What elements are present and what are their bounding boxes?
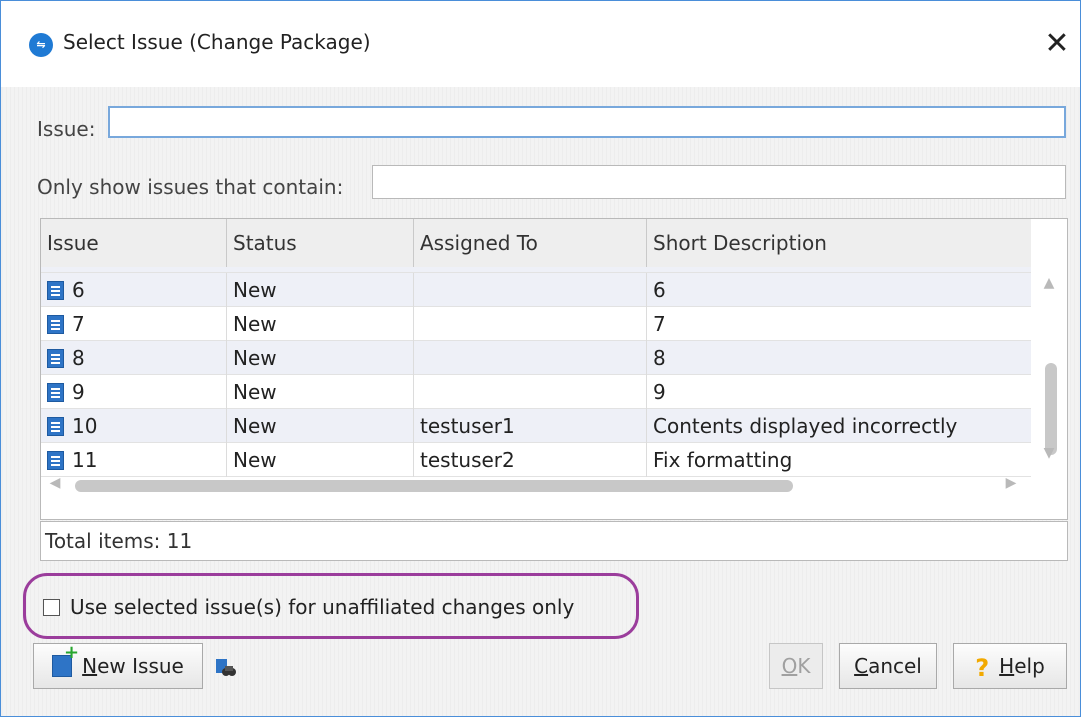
description-cell: 8 bbox=[653, 346, 666, 370]
assigned-cell bbox=[414, 375, 647, 409]
issue-icon bbox=[47, 348, 64, 368]
description-cell: 6 bbox=[653, 278, 666, 302]
table-row[interactable]: 7 New 7 bbox=[41, 307, 1031, 341]
table-row[interactable]: 6 New 6 bbox=[41, 273, 1031, 307]
issue-icon bbox=[47, 314, 64, 334]
column-header-short-description[interactable]: Short Description bbox=[647, 219, 1031, 267]
issue-icon bbox=[47, 416, 64, 436]
column-header-status[interactable]: Status bbox=[227, 219, 414, 267]
status-cell: New bbox=[227, 307, 414, 341]
total-items-status: Total items: 11 bbox=[40, 521, 1068, 561]
new-issue-icon bbox=[52, 644, 79, 677]
issues-table: Issue Status Assigned To Short Descripti… bbox=[40, 218, 1068, 520]
issue-icon bbox=[47, 450, 64, 470]
assigned-cell bbox=[414, 307, 647, 341]
assigned-cell bbox=[414, 273, 647, 307]
app-logo-icon: ⇋ bbox=[29, 33, 53, 57]
close-icon: ✕ bbox=[1044, 26, 1070, 61]
status-cell: New bbox=[227, 273, 414, 307]
description-cell: 7 bbox=[653, 312, 666, 336]
dialog-body: Issue: Only show issues that contain: Is… bbox=[3, 87, 1078, 716]
issue-id: 10 bbox=[72, 414, 98, 438]
assigned-cell: testuser1 bbox=[414, 409, 647, 443]
status-cell: New bbox=[227, 375, 414, 409]
dialog-window: ⇋ Select Issue (Change Package) ✕ Issue:… bbox=[0, 0, 1081, 717]
issue-icon bbox=[47, 280, 64, 300]
status-cell: New bbox=[227, 409, 414, 443]
scroll-right-icon[interactable]: ▶ bbox=[1001, 475, 1021, 491]
issue-id: 7 bbox=[72, 312, 85, 336]
help-icon: ? bbox=[975, 653, 990, 682]
assigned-cell bbox=[414, 341, 647, 375]
table-row[interactable]: 8 New 8 bbox=[41, 341, 1031, 375]
close-button[interactable]: ✕ bbox=[1034, 19, 1080, 69]
find-issue-icon[interactable] bbox=[215, 657, 237, 679]
table-row[interactable]: 9 New 9 bbox=[41, 375, 1031, 409]
issue-id: 8 bbox=[72, 346, 85, 370]
ok-button[interactable]: OK bbox=[769, 643, 823, 689]
scroll-left-icon[interactable]: ◀ bbox=[45, 475, 65, 491]
column-header-assigned-to[interactable]: Assigned To bbox=[414, 219, 647, 267]
filter-input[interactable] bbox=[372, 165, 1066, 199]
checkbox-label: Use selected issue(s) for unaffiliated c… bbox=[70, 595, 575, 619]
description-cell: Contents displayed incorrectly bbox=[653, 414, 958, 438]
scroll-up-icon[interactable]: ▲ bbox=[1031, 275, 1067, 291]
horizontal-scrollbar[interactable]: ◀ ▶ bbox=[41, 469, 1031, 499]
table-row[interactable]: 10 New testuser1 Contents displayed inco… bbox=[41, 409, 1031, 443]
filter-label: Only show issues that contain: bbox=[37, 175, 344, 199]
cancel-button[interactable]: Cancel bbox=[839, 643, 937, 689]
unaffiliated-changes-checkbox[interactable]: Use selected issue(s) for unaffiliated c… bbox=[43, 587, 574, 627]
issue-input[interactable] bbox=[108, 106, 1066, 138]
new-issue-button[interactable]: New Issue bbox=[33, 643, 203, 689]
column-header-issue[interactable]: Issue bbox=[41, 219, 227, 267]
window-title: Select Issue (Change Package) bbox=[63, 30, 371, 54]
table-header: Issue Status Assigned To Short Descripti… bbox=[41, 219, 1031, 268]
issue-id: 6 bbox=[72, 278, 85, 302]
checkbox-box[interactable] bbox=[43, 598, 60, 616]
description-cell: 9 bbox=[653, 380, 666, 404]
vertical-scrollbar[interactable]: ▲ ▼ bbox=[1031, 267, 1067, 467]
issue-id: 9 bbox=[72, 380, 85, 404]
vertical-scroll-thumb[interactable] bbox=[1045, 363, 1057, 455]
scroll-down-icon[interactable]: ▼ bbox=[1031, 445, 1067, 461]
horizontal-scroll-thumb[interactable] bbox=[75, 480, 793, 492]
issue-icon bbox=[47, 382, 64, 402]
help-button[interactable]: ? Help bbox=[953, 643, 1067, 689]
issue-label: Issue: bbox=[37, 117, 96, 141]
status-cell: New bbox=[227, 341, 414, 375]
title-bar: ⇋ Select Issue (Change Package) ✕ bbox=[1, 1, 1080, 87]
